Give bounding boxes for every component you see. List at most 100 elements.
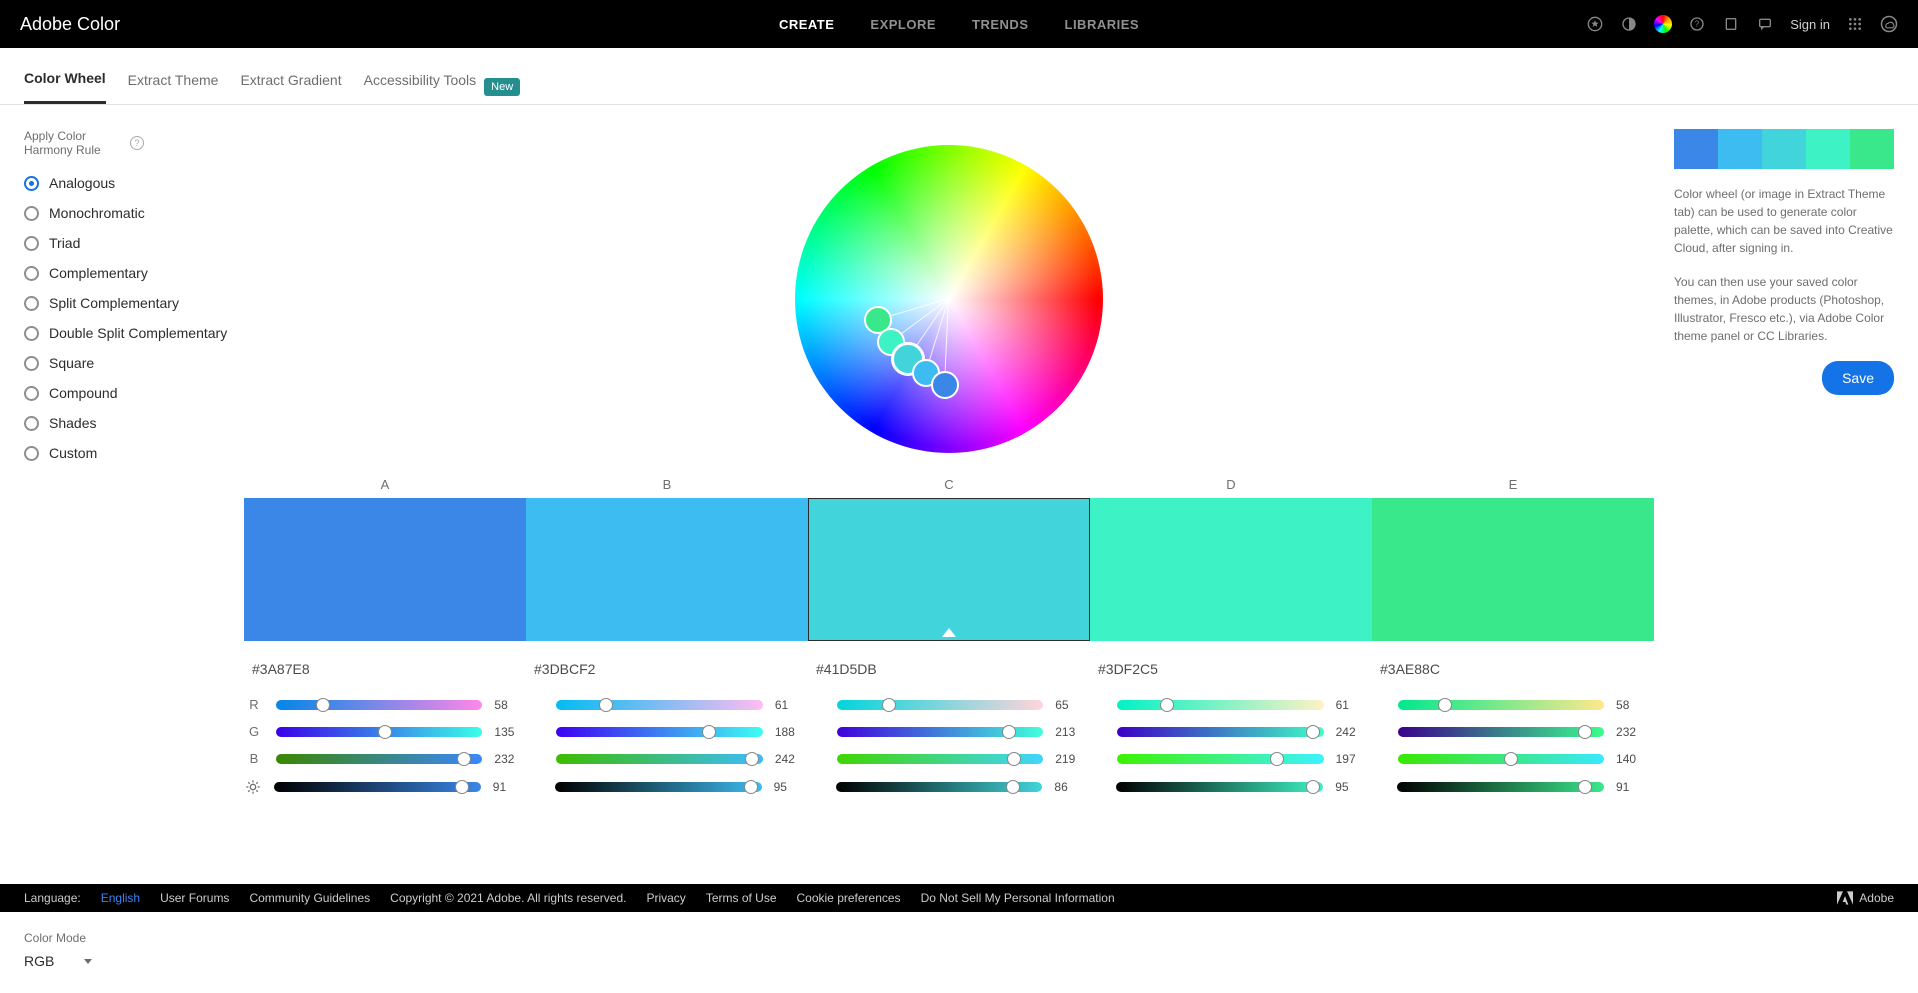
slider-thumb[interactable] [455,780,469,794]
creative-cloud-icon[interactable] [1880,15,1898,33]
nav-libraries[interactable]: LIBRARIES [1065,17,1140,32]
slider-value[interactable]: 213 [1055,725,1085,739]
nav-explore[interactable]: EXPLORE [870,17,936,32]
harmony-rule-complementary[interactable]: Complementary [24,265,244,281]
slider-thumb[interactable] [702,725,716,739]
slider-thumb[interactable] [316,698,330,712]
footer-terms[interactable]: Terms of Use [706,891,777,905]
slider-value[interactable]: 197 [1336,752,1366,766]
subtab-color-wheel[interactable]: Color Wheel [24,70,106,104]
slider-thumb[interactable] [599,698,613,712]
slider-thumb[interactable] [1006,780,1020,794]
app-logo[interactable]: Adobe Color [20,14,120,35]
slider-track[interactable] [274,782,481,792]
harmony-rule-shades[interactable]: Shades [24,415,244,431]
slider-track[interactable] [1398,700,1604,710]
slider-thumb[interactable] [1306,780,1320,794]
wheel-handle[interactable] [931,371,959,399]
contrast-icon[interactable] [1620,15,1638,33]
footer-community-guidelines[interactable]: Community Guidelines [249,891,370,905]
slider-thumb[interactable] [1504,752,1518,766]
harmony-rule-custom[interactable]: Custom [24,445,244,461]
slider-track[interactable] [1397,782,1604,792]
slider-value[interactable]: 135 [494,725,524,739]
slider-track[interactable] [556,754,762,764]
star-icon[interactable] [1586,15,1604,33]
slider-thumb[interactable] [1578,725,1592,739]
language-link[interactable]: English [101,891,140,905]
slider-thumb[interactable] [1438,698,1452,712]
harmony-rule-square[interactable]: Square [24,355,244,371]
subtab-accessibility[interactable]: Accessibility Tools [364,72,477,103]
harmony-rule-split-complementary[interactable]: Split Complementary [24,295,244,311]
slider-track[interactable] [276,754,482,764]
slider-track[interactable] [276,700,482,710]
slider-value[interactable]: 232 [494,752,524,766]
slider-track[interactable] [1117,700,1323,710]
footer-user-forums[interactable]: User Forums [160,891,229,905]
slider-value[interactable]: 242 [775,752,805,766]
slider-track[interactable] [276,727,482,737]
hex-value[interactable]: #41D5DB [808,661,1090,677]
harmony-rule-analogous[interactable]: Analogous [24,175,244,191]
color-mode-select[interactable]: RGB [24,953,244,969]
slider-track[interactable] [837,727,1043,737]
slider-value[interactable]: 95 [1335,780,1365,794]
harmony-rule-monochromatic[interactable]: Monochromatic [24,205,244,221]
swatch[interactable] [526,498,808,641]
slider-value[interactable]: 95 [774,780,804,794]
slider-value[interactable]: 232 [1616,725,1646,739]
swatch[interactable] [1090,498,1372,641]
harmony-help-icon[interactable]: ? [130,136,144,150]
slider-track[interactable] [1116,782,1323,792]
footer-cookie[interactable]: Cookie preferences [797,891,901,905]
slider-track[interactable] [1117,754,1323,764]
footer-dns[interactable]: Do Not Sell My Personal Information [921,891,1115,905]
slider-value[interactable]: 58 [1616,698,1646,712]
harmony-rule-compound[interactable]: Compound [24,385,244,401]
harmony-rule-double-split-complementary[interactable]: Double Split Complementary [24,325,244,341]
slider-thumb[interactable] [1306,725,1320,739]
signin-link[interactable]: Sign in [1790,17,1830,32]
slider-track[interactable] [1117,727,1323,737]
slider-track[interactable] [1398,727,1604,737]
slider-value[interactable]: 242 [1336,725,1366,739]
slider-track[interactable] [1398,754,1604,764]
slider-track[interactable] [556,727,762,737]
swatch[interactable] [244,498,526,641]
slider-value[interactable]: 219 [1055,752,1085,766]
hex-value[interactable]: #3DBCF2 [526,661,808,677]
footer-brand[interactable]: Adobe [1837,891,1894,905]
swatch[interactable] [808,498,1090,641]
slider-value[interactable]: 91 [493,780,523,794]
slider-value[interactable]: 65 [1055,698,1085,712]
slider-value[interactable]: 58 [494,698,524,712]
subtab-extract-gradient[interactable]: Extract Gradient [240,72,341,103]
slider-value[interactable]: 140 [1616,752,1646,766]
slider-track[interactable] [556,700,762,710]
slider-track[interactable] [555,782,762,792]
help-icon[interactable]: ? [1688,15,1706,33]
slider-track[interactable] [837,700,1043,710]
color-wheel-icon[interactable] [1654,15,1672,33]
slider-thumb[interactable] [745,752,759,766]
harmony-rule-triad[interactable]: Triad [24,235,244,251]
slider-thumb[interactable] [378,725,392,739]
slider-thumb[interactable] [1002,725,1016,739]
hex-value[interactable]: #3A87E8 [244,661,526,677]
subtab-extract-theme[interactable]: Extract Theme [128,72,219,103]
slider-thumb[interactable] [744,780,758,794]
slider-track[interactable] [836,782,1043,792]
slider-thumb[interactable] [1007,752,1021,766]
slider-thumb[interactable] [1270,752,1284,766]
color-wheel[interactable] [795,145,1103,453]
note-icon[interactable] [1722,15,1740,33]
slider-value[interactable]: 61 [775,698,805,712]
nav-trends[interactable]: TRENDS [972,17,1028,32]
hex-value[interactable]: #3DF2C5 [1090,661,1372,677]
nav-create[interactable]: CREATE [779,17,834,32]
chat-icon[interactable] [1756,15,1774,33]
apps-grid-icon[interactable] [1846,15,1864,33]
slider-value[interactable]: 188 [775,725,805,739]
slider-thumb[interactable] [882,698,896,712]
